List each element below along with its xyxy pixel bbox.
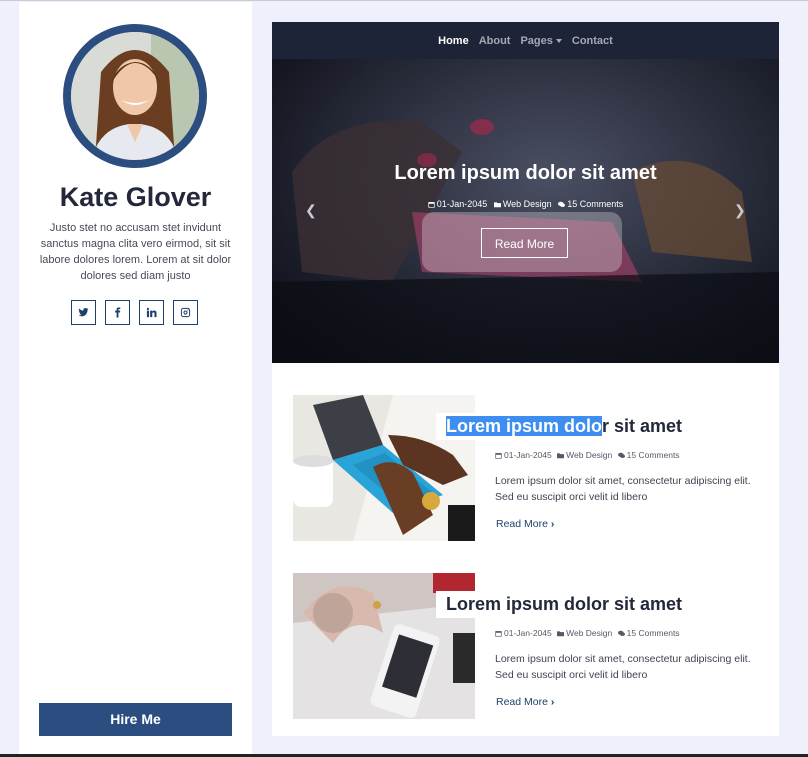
instagram-button[interactable] — [173, 300, 198, 325]
hire-me-button[interactable]: Hire Me — [39, 703, 232, 736]
hero-meta: 01-Jan-2045 Web Design 15 Comments — [272, 199, 779, 209]
blog-post: Lorem ipsum dolor sit amet 01-Jan-2045 W… — [293, 395, 759, 541]
post-excerpt: Lorem ipsum dolor sit amet, consectetur … — [495, 475, 751, 503]
calendar-icon — [495, 631, 502, 637]
nav-contact[interactable]: Contact — [572, 35, 613, 47]
facebook-icon — [115, 307, 121, 318]
post-category: Web Design — [566, 450, 613, 460]
social-links — [71, 300, 198, 325]
nav-about[interactable]: About — [479, 35, 511, 47]
hero-category: Web Design — [502, 199, 552, 209]
read-more-link[interactable]: Read More › — [496, 518, 554, 530]
hero-date: 01-Jan-2045 — [436, 199, 488, 209]
blog-post: Lorem ipsum dolor sit amet 01-Jan-2045 W… — [293, 573, 759, 719]
linkedin-icon — [146, 307, 157, 318]
profile-name: Kate Glover — [59, 182, 212, 212]
post-title[interactable]: Lorem ipsum dolor sit amet — [436, 591, 693, 618]
folder-icon — [493, 202, 501, 208]
facebook-button[interactable] — [105, 300, 130, 325]
post-title-rest: r sit amet — [602, 416, 683, 436]
calendar-icon — [495, 453, 502, 459]
chevron-down-icon — [555, 38, 562, 43]
chevron-right-icon: › — [550, 696, 555, 708]
post-title-selected-text: Lorem ipsum dolo — [446, 416, 603, 436]
calendar-icon — [428, 202, 435, 208]
read-more-label: Read More — [496, 518, 548, 530]
hero-comments: 15 Comments — [567, 199, 624, 209]
nav-pages[interactable]: Pages — [520, 34, 562, 47]
comments-icon — [558, 201, 566, 208]
hero-title: Lorem ipsum dolor sit amet — [394, 162, 657, 184]
nav-home[interactable]: Home — [438, 35, 469, 47]
main-content: Home About Pages Contact ❮ ❯ Lorem ipsum… — [272, 22, 779, 736]
read-more-label: Read More — [496, 696, 548, 708]
post-comments: 15 Comments — [626, 628, 680, 638]
instagram-icon — [180, 307, 191, 318]
chevron-right-icon: › — [550, 518, 555, 530]
post-date: 01-Jan-2045 — [504, 450, 552, 460]
hero-read-more-button[interactable]: Read More — [481, 228, 568, 258]
post-date: 01-Jan-2045 — [504, 628, 552, 638]
nav-pages-label: Pages — [520, 34, 553, 47]
read-more-link[interactable]: Read More › — [496, 696, 554, 708]
avatar — [63, 24, 207, 168]
post-excerpt: Lorem ipsum dolor sit amet, consectetur … — [495, 653, 751, 681]
twitter-icon — [78, 308, 89, 317]
post-category: Web Design — [566, 628, 613, 638]
post-meta: 01-Jan-2045 Web Design 15 Comments — [495, 628, 683, 638]
folder-icon — [557, 631, 565, 637]
comments-icon — [617, 452, 625, 459]
post-meta: 01-Jan-2045 Web Design 15 Comments — [495, 450, 683, 460]
hero-carousel: Home About Pages Contact ❮ ❯ Lorem ipsum… — [272, 22, 779, 363]
folder-icon — [557, 453, 565, 459]
comments-icon — [617, 630, 625, 637]
top-nav: Home About Pages Contact — [272, 22, 779, 59]
sidebar: Kate Glover Justo stet no accusam stet i… — [19, 2, 252, 754]
twitter-button[interactable] — [71, 300, 96, 325]
hero-background-image — [272, 22, 779, 363]
top-border — [0, 0, 808, 1]
linkedin-button[interactable] — [139, 300, 164, 325]
profile-bio: Justo stet no accusam stet invidunt sanc… — [39, 222, 232, 282]
post-comments: 15 Comments — [626, 450, 680, 460]
post-title[interactable]: Lorem ipsum dolor sit amet — [436, 413, 693, 440]
